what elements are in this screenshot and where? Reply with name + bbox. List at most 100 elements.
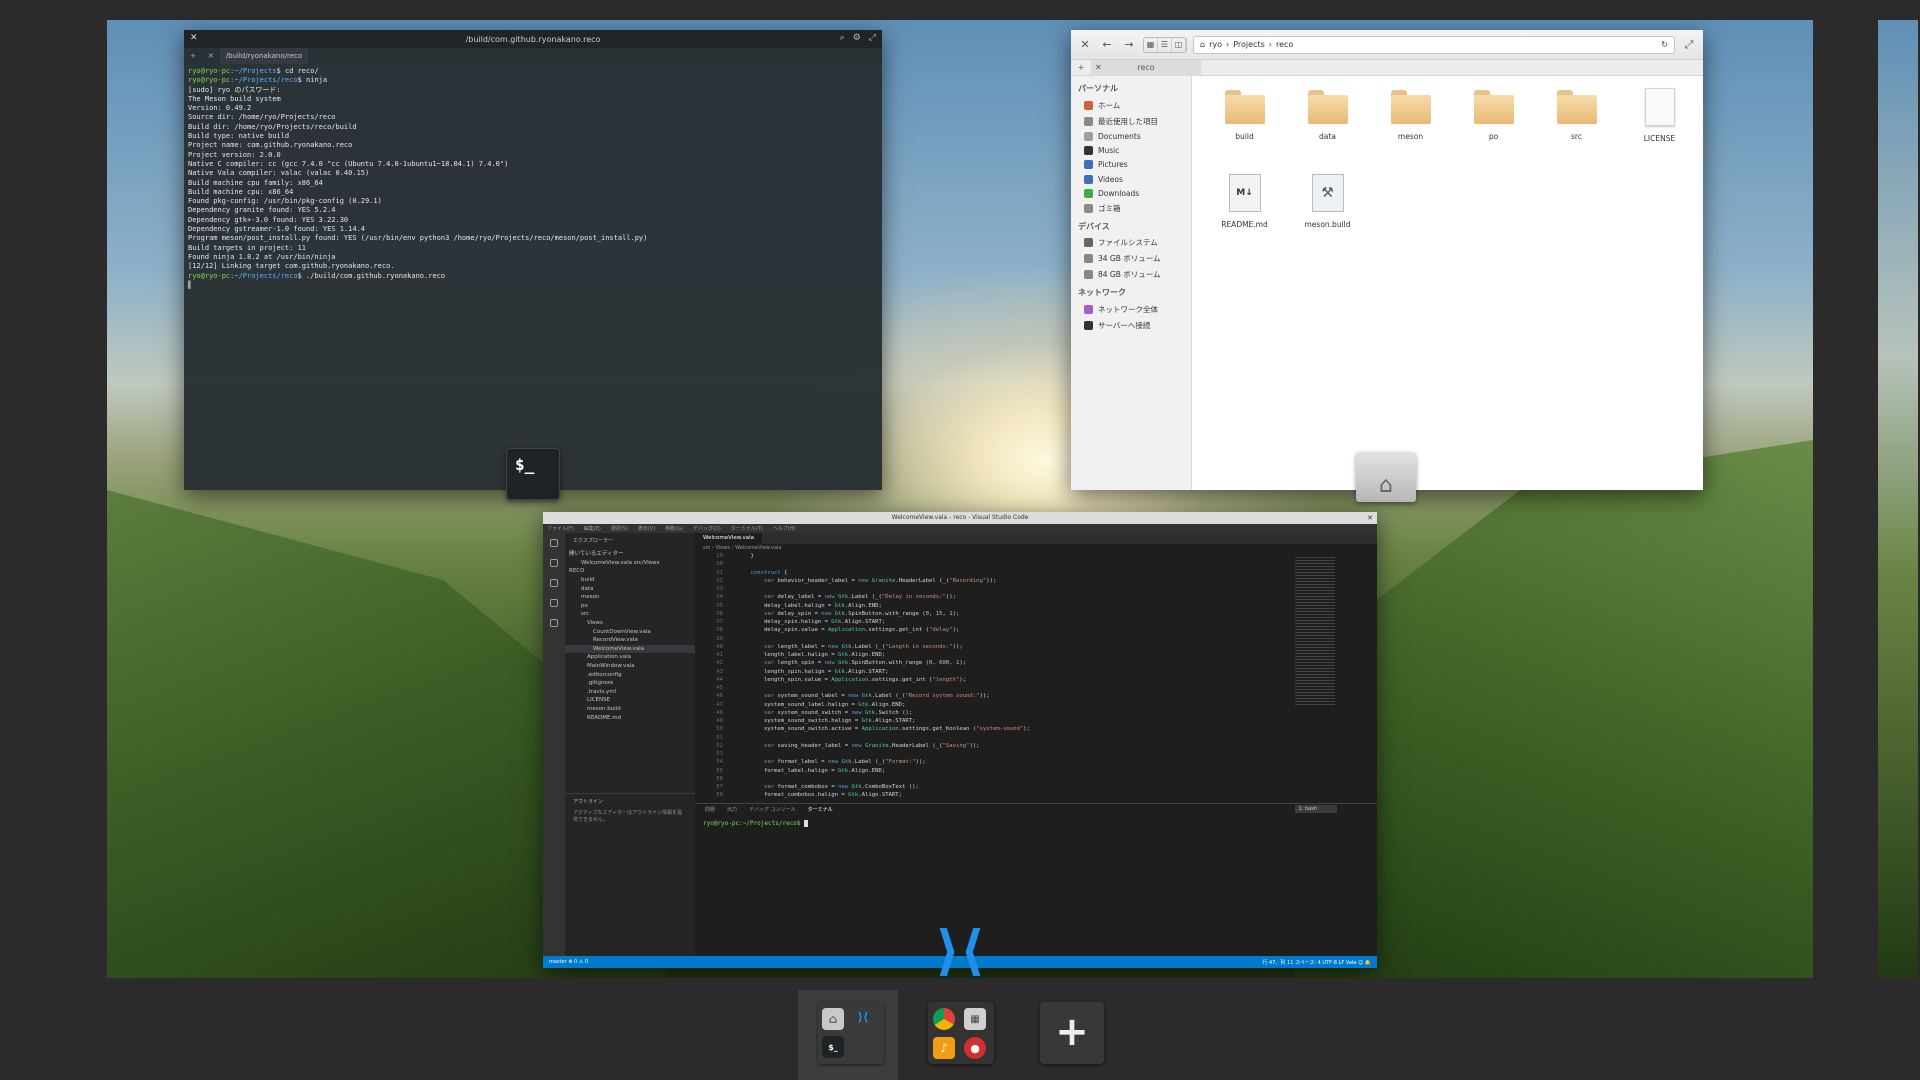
reload-icon[interactable]: ↻ [1661,40,1668,49]
menu-item[interactable]: 表示(V) [638,525,655,532]
file-item[interactable]: ⚒ meson.build [1286,174,1369,260]
sidebar-item[interactable]: サーバーへ接続 [1071,317,1191,333]
file-item[interactable]: meson [1369,88,1452,174]
workspace-1-thumbnail[interactable]: ⌂ ⟩⟨ $_ [818,1002,884,1064]
breadcrumb[interactable]: ⌂ ryo › Projects › reco ↻ [1193,35,1675,54]
file-item[interactable]: build [1203,88,1286,174]
file-tree-item[interactable]: data [565,584,695,593]
source-control-icon[interactable] [550,579,558,587]
close-icon[interactable]: ✕ [1077,37,1093,53]
grid-view-icon[interactable]: ▦ [1144,37,1158,52]
code-editor[interactable]: WelcomeView.vala src › Views › WelcomeVi… [695,533,1377,803]
open-editors-header[interactable]: 開いているエディター [565,548,695,559]
list-view-icon[interactable]: ☰ [1158,37,1172,52]
file-tree-item[interactable]: README.md [565,713,695,722]
terminal-select[interactable]: 1: bash [1294,805,1337,813]
workspace-next-peek[interactable] [1878,20,1918,978]
menu-item[interactable]: 移動(G) [665,525,683,532]
gear-icon[interactable]: ⚙ [853,33,861,43]
menu-item[interactable]: デバッグ(D) [693,525,721,532]
sidebar-item[interactable]: Music [1071,144,1191,158]
file-tree-item[interactable]: po [565,602,695,611]
new-tab-icon[interactable]: + [1071,63,1091,72]
file-tree-item[interactable]: .editorconfig [565,670,695,679]
file-tree-item[interactable]: RECO [565,567,695,576]
search-icon[interactable] [550,559,558,567]
file-item[interactable]: LICENSE [1618,88,1701,174]
breadcrumb-item-ryo[interactable]: ryo [1209,40,1222,49]
file-tree-item[interactable]: meson.build [565,705,695,714]
terminal-app-icon[interactable]: $_ [506,448,560,500]
sidebar-item[interactable]: 最近使用した項目 [1071,113,1191,129]
file-tree-item[interactable]: .travis.yml [565,688,695,697]
back-icon[interactable]: ← [1099,37,1115,53]
file-item[interactable]: src [1535,88,1618,174]
file-tree-item[interactable]: RecordView.vala [565,636,695,645]
add-workspace-button[interactable]: + [1040,1002,1104,1064]
workspace-2-thumbnail[interactable]: ▦ ♪ ● [928,1002,994,1064]
file-item[interactable]: po [1452,88,1535,174]
file-tree-item[interactable]: meson [565,593,695,602]
menu-item[interactable]: ファイル(F) [547,525,574,532]
file-tree-item[interactable]: MainWindow.vala [565,662,695,671]
file-tree-item[interactable]: WelcomeView.vala [565,644,695,654]
menu-item[interactable]: 選択(S) [611,525,628,532]
file-tree-item[interactable]: Application.vala [565,653,695,662]
sidebar-item[interactable]: ファイルシステム [1071,235,1191,251]
panel-tab[interactable]: デバッグ コンソール [749,806,796,813]
panel-tab[interactable]: ターミナル [808,806,833,813]
sidebar-item[interactable]: Downloads [1071,186,1191,200]
sidebar-item[interactable]: ホーム [1071,97,1191,113]
breadcrumb-item-projects[interactable]: Projects [1233,40,1265,49]
maximize-icon[interactable]: ⤢ [869,33,876,43]
sidebar-item[interactable]: Documents [1071,129,1191,143]
open-editor-item[interactable]: WelcomeView.vala src/Views [565,559,695,568]
terminal-window[interactable]: ✕ /build/com.github.ryonakano.reco ⌕ ⚙ ⤢… [184,30,882,490]
column-view-icon[interactable]: ◫ [1172,37,1186,52]
minimap[interactable] [1295,557,1335,707]
sidebar-item[interactable]: 34 GB ボリューム [1071,251,1191,267]
file-item[interactable]: data [1286,88,1369,174]
editor-breadcrumb[interactable]: src › Views › WelcomeView.vala [695,544,1377,552]
panel-tab[interactable]: 出力 [727,806,737,813]
integrated-terminal[interactable]: ryo@ryo-pc:~/Projects/reco$ [695,814,1377,833]
sidebar-item[interactable]: Pictures [1071,158,1191,172]
outline-header[interactable]: アウトライン [573,798,687,805]
terminal-tab[interactable]: /build/ryonakano/reco [219,48,309,64]
terminal-output[interactable]: ryo@ryo-pc:~/Projects$ cd reco/ryo@ryo-p… [184,64,882,293]
status-right[interactable]: 行 47、列 11 スペース: 4 UTF-8 LF Vala ☺ 🔔 [1262,959,1371,966]
file-tree-item[interactable]: src [565,610,695,619]
vscode-titlebar[interactable]: WelcomeView.vala - reco - Visual Studio … [543,512,1377,524]
vscode-window[interactable]: WelcomeView.vala - reco - Visual Studio … [543,512,1377,968]
debug-icon[interactable] [550,599,558,607]
files-window[interactable]: ✕ ← → ▦ ☰ ◫ ⌂ ryo › Projects › reco ↻ ⤢ … [1071,30,1703,490]
close-tab-icon[interactable]: ✕ [202,52,220,60]
maximize-icon[interactable]: ⤢ [1681,37,1697,53]
menu-item[interactable]: ターミナル(T) [731,525,763,532]
menu-item[interactable]: 編集(E) [584,525,601,532]
code-lines[interactable]: 29 } 30 31 construct {32 var behavior_head… [695,552,1377,800]
terminal-titlebar[interactable]: ✕ /build/com.github.ryonakano.reco ⌕ ⚙ ⤢ [184,30,882,48]
file-tree-item[interactable]: LICENSE [565,696,695,705]
explorer-icon[interactable] [550,539,558,547]
close-tab-icon[interactable]: ✕ [1095,63,1102,72]
search-icon[interactable]: ⌕ [840,33,845,43]
extensions-icon[interactable] [550,619,558,627]
file-tree-item[interactable]: CountDownView.vala [565,627,695,636]
file-tree-item[interactable]: Views [565,619,695,628]
forward-icon[interactable]: → [1121,37,1137,53]
sidebar-item[interactable]: ネットワーク全体 [1071,301,1191,317]
menu-item[interactable]: ヘルプ(H) [773,525,796,532]
close-icon[interactable]: ✕ [1367,512,1373,524]
file-tree-item[interactable]: .gitignore [565,679,695,688]
vscode-app-icon[interactable]: ⟩⟨ [930,922,990,980]
files-app-icon[interactable]: ⌂ [1356,452,1416,502]
close-icon[interactable]: ✕ [190,33,198,43]
sidebar-item[interactable]: 84 GB ボリューム [1071,267,1191,283]
file-tree-item[interactable]: build [565,576,695,585]
new-tab-icon[interactable]: + [184,52,202,60]
files-tab[interactable]: ✕ reco [1091,59,1201,76]
panel-tab[interactable]: 問題 [705,806,715,813]
status-left[interactable]: master ⊗ 0 ⚠ 0 [549,959,588,965]
sidebar-item[interactable]: ゴミ箱 [1071,200,1191,216]
